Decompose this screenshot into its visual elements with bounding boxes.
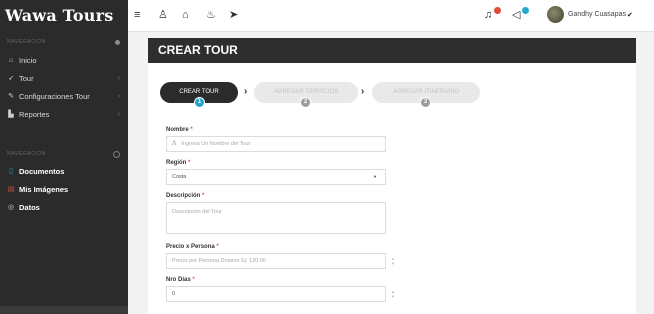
label-text: Región [166,160,187,166]
caret-down-icon: ▼ [373,174,377,179]
sidebar: Wawa Tours NAVEGACION ⌂ Inicio ➶ Tour › … [0,0,128,314]
tour-form: Nombre * A Ingresa Un Nombre del Tour Re… [166,127,395,302]
notification-badge [494,7,501,14]
dias-label: Nro Días * [166,277,386,286]
nav-section-label: NAVEGACION [7,39,46,45]
top-bar: ≡ ♙ ⌂ ♨ ➤ ♫ ◁ Gandhy Cuasapas ✔ [128,0,654,32]
required-mark: * [216,244,219,250]
sidebar-item-label: Tour [19,73,34,83]
descripcion-textarea[interactable]: Descripción del Tour [166,202,386,234]
label-text: Descripción [166,193,201,199]
region-value: Costa [172,174,187,180]
descripcion-placeholder: Descripción del Tour [172,209,222,215]
sidebar-item-imagenes[interactable]: ▤ Mis Imágenes [0,180,128,198]
messages-button[interactable]: ◁ [512,7,529,24]
megaphone-icon: ◁ [512,9,521,21]
user-menu[interactable]: Gandhy Cuasapas ✔ [547,6,633,23]
required-mark: * [202,193,205,199]
sidebar-item-label: Reportes [19,109,50,119]
chevron-right-icon: › [117,110,120,118]
sidebar-item-documentos[interactable]: ▯ Documentos [0,162,128,180]
database-icon: ◎ [7,204,15,211]
step-number-1: 1 [194,97,205,108]
required-mark: * [192,277,195,283]
sidebar-item-label: Documentos [19,166,65,176]
user-icon[interactable]: ♙ [158,9,168,21]
sidebar-item-inicio[interactable]: ⌂ Inicio [0,51,128,69]
sidebar-item-datos[interactable]: ◎ Datos [0,198,128,216]
avatar [547,6,564,23]
step-label: CREAR TOUR [179,89,219,95]
nombre-placeholder: Ingresa Un Nombre del Tour [181,141,251,147]
step-label: AGREGAR SERVICIOS [273,89,339,95]
precio-placeholder: Precio por Persona Dolares Ej: 120.00 [172,258,266,264]
fire-icon[interactable]: ♨ [206,9,216,21]
sidebar-item-configuraciones[interactable]: ✎ Configuraciones Tour › [0,87,128,105]
region-select[interactable]: Costa ▼ [166,169,386,185]
user-name: Gandhy Cuasapas [568,11,626,18]
menu-icon[interactable]: ≡ [134,9,140,21]
precio-input[interactable]: Precio por Persona Dolares Ej: 120.00 ▲ ▼ [166,253,395,269]
nav-section-header: NAVEGACION [0,36,128,48]
page-title: CREAR TOUR [148,38,636,63]
required-mark: * [190,127,193,133]
sidebar-item-label: Configuraciones Tour [19,91,90,101]
nav-section-label: NAVEGACION [7,151,46,157]
precio-label: Precio x Persona * [166,244,386,253]
step-label: AGREGAR ITINERARIO [392,89,459,95]
sidebar-item-label: Datos [19,202,40,212]
region-label: Región * [166,160,386,169]
sidebar-footer [0,306,128,314]
spinner-icon[interactable]: ▲ ▼ [391,289,395,299]
nombre-input[interactable]: A Ingresa Un Nombre del Tour [166,136,386,152]
nombre-label: Nombre * [166,127,386,136]
wizard-steps: CREAR TOUR 1 › AGREGAR SERVICIOS 2 › AGR… [160,82,500,114]
descripcion-label: Descripción * [166,193,386,202]
image-icon: ▤ [7,186,15,193]
settings-dot-icon[interactable] [115,39,120,45]
label-text: Precio x Persona [166,244,215,250]
text-icon: A [172,140,177,147]
home-icon: ⌂ [8,56,14,64]
brand-logo[interactable]: Wawa Tours [0,0,128,32]
chevron-down-icon: ✔ [626,11,633,19]
step-number-2: 2 [300,97,311,108]
message-badge [522,7,529,14]
send-icon: ➶ [8,75,14,82]
required-mark: * [188,160,191,166]
bell-icon: ♫ [484,9,493,21]
nav-section-header: NAVEGACION [0,148,128,160]
chart-icon: ▙ [8,111,14,118]
toggle-circle-icon[interactable] [113,150,120,158]
chevron-right-icon: › [361,86,365,97]
dias-value: 0 [172,291,176,297]
chevron-right-icon: › [117,92,120,100]
label-text: Nombre [166,127,189,133]
create-tour-panel: CREAR TOUR CREAR TOUR 1 › AGREGAR SERVIC… [148,38,636,314]
spinner-icon[interactable]: ▲ ▼ [391,256,395,266]
dias-input[interactable]: 0 ▲ ▼ [166,286,395,302]
sidebar-item-reportes[interactable]: ▙ Reportes › [0,105,128,123]
sidebar-item-label: Inicio [19,55,37,65]
chevron-right-icon: › [244,86,248,97]
send-icon[interactable]: ➤ [229,9,238,21]
document-icon: ▯ [9,168,13,175]
notifications-button[interactable]: ♫ [484,7,501,24]
step-number-3: 3 [420,97,431,108]
sidebar-item-tour[interactable]: ➶ Tour › [0,69,128,87]
sidebar-item-label: Mis Imágenes [19,184,69,194]
label-text: Nro Días [166,277,191,283]
chevron-right-icon: › [117,74,120,82]
bank-icon[interactable]: ⌂ [182,9,189,21]
edit-icon: ✎ [8,93,14,100]
